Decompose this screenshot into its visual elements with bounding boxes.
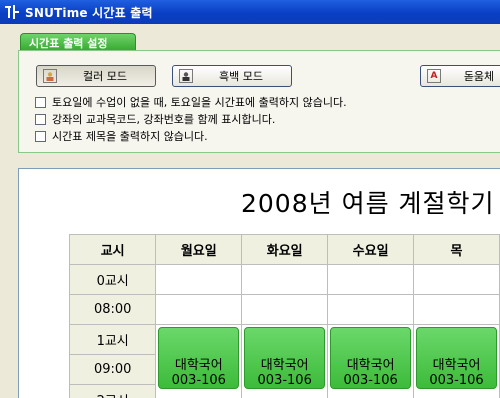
- font-button[interactable]: A 돋움체: [420, 65, 500, 87]
- course-name: 대학국어: [260, 358, 309, 373]
- column-header: 수요일: [327, 234, 415, 265]
- course-code: 003-106: [429, 373, 484, 388]
- table-row: 08:00: [68, 294, 500, 325]
- title-bar: SNUTime 시간표 출력: [0, 0, 500, 24]
- empty-cell: [241, 294, 329, 325]
- course-code: 003-106: [257, 373, 312, 388]
- class-cell[interactable]: 대학국어 003-106: [413, 324, 500, 398]
- course-name: 대학국어: [174, 358, 223, 373]
- settings-group-title: 시간표 출력 설정: [20, 33, 136, 51]
- table-row: 0교시: [68, 264, 500, 295]
- timetable: 교시 월요일 화요일 수요일 목 0교시 08:00 1교시 대학국어 003-…: [68, 234, 500, 398]
- option-hide-title[interactable]: 시간표 제목을 출력하지 않습니다.: [35, 129, 208, 143]
- empty-cell: [413, 264, 500, 295]
- course-name: 대학국어: [346, 358, 395, 373]
- row-label: 2교시: [68, 384, 157, 398]
- option-label: 토요일에 수업이 없을 때, 토요일을 시간표에 출력하지 않습니다.: [52, 96, 347, 109]
- option-hide-saturday[interactable]: 토요일에 수업이 없을 때, 토요일을 시간표에 출력하지 않습니다.: [35, 95, 347, 109]
- row-label: 0교시: [68, 264, 157, 295]
- course-name: 대학국어: [432, 358, 481, 373]
- class-cell[interactable]: 대학국어 003-106: [241, 324, 329, 398]
- row-label: 1교시: [68, 324, 157, 355]
- header-row: 교시 월요일 화요일 수요일 목: [68, 234, 500, 265]
- color-mode-button[interactable]: 컬러 모드: [36, 65, 156, 87]
- column-header: 월요일: [155, 234, 243, 265]
- font-label: 돋움체: [463, 70, 495, 83]
- timetable-title: 2008년 여름 계절학기: [241, 189, 495, 218]
- course-block[interactable]: 대학국어 003-106: [330, 327, 412, 389]
- show-course-code-checkbox[interactable]: [35, 113, 46, 125]
- course-code: 003-106: [171, 373, 226, 388]
- window-title: SNUTime 시간표 출력: [25, 5, 153, 20]
- course-block[interactable]: 대학국어 003-106: [416, 327, 497, 389]
- font-icon: A: [427, 69, 441, 83]
- window-client: 시간표 출력 설정 컬러 모드 흑백 모드 A 돋움체 토요일에 수업이 없을 …: [0, 24, 500, 398]
- user-bw-icon: [179, 69, 193, 83]
- print-preview: 2008년 여름 계절학기 교시 월요일 화요일 수요일 목 0교시 08:00: [18, 168, 500, 398]
- course-block[interactable]: 대학국어 003-106: [158, 327, 240, 389]
- empty-cell: [241, 264, 329, 295]
- empty-cell: [155, 294, 243, 325]
- table-row: 1교시 대학국어 003-106 대학국어 003-106 대학국어 003-1…: [68, 324, 500, 398]
- empty-cell: [327, 294, 415, 325]
- bw-mode-label: 흑백 모드: [219, 70, 263, 83]
- bw-mode-button[interactable]: 흑백 모드: [172, 65, 292, 87]
- hide-title-checkbox[interactable]: [35, 130, 46, 142]
- option-label: 시간표 제목을 출력하지 않습니다.: [52, 130, 208, 143]
- column-header: 화요일: [241, 234, 329, 265]
- course-block[interactable]: 대학국어 003-106: [244, 327, 326, 389]
- color-mode-label: 컬러 모드: [83, 70, 127, 83]
- course-code: 003-106: [343, 373, 398, 388]
- app-icon[interactable]: [4, 4, 20, 20]
- option-show-course-code[interactable]: 강좌의 교과목코드, 강좌번호를 함께 표시합니다.: [35, 112, 275, 126]
- empty-cell: [327, 264, 415, 295]
- column-header: 교시: [68, 234, 157, 265]
- class-cell[interactable]: 대학국어 003-106: [327, 324, 415, 398]
- settings-panel: 컬러 모드 흑백 모드 A 돋움체 토요일에 수업이 없을 때, 토요일을 시간…: [18, 50, 500, 153]
- hide-saturday-checkbox[interactable]: [35, 96, 46, 108]
- row-label: 08:00: [68, 294, 157, 325]
- empty-cell: [413, 294, 500, 325]
- user-color-icon: [43, 69, 57, 83]
- class-cell[interactable]: 대학국어 003-106: [155, 324, 243, 398]
- option-label: 강좌의 교과목코드, 강좌번호를 함께 표시합니다.: [52, 113, 276, 126]
- row-label: 09:00: [68, 354, 157, 385]
- column-header: 목: [413, 234, 500, 265]
- empty-cell: [155, 264, 243, 295]
